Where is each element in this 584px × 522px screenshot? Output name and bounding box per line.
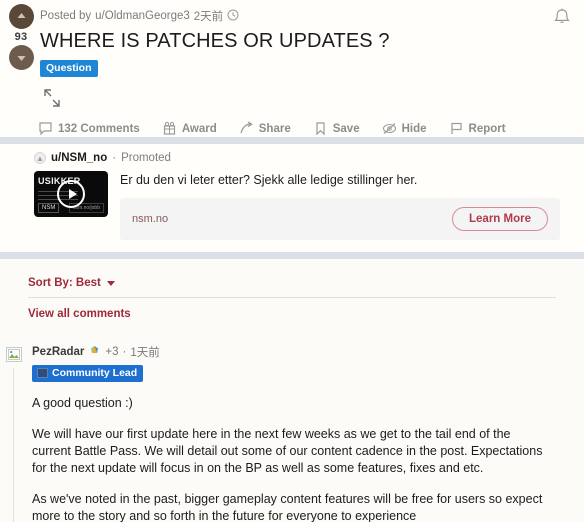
flair-image-icon <box>37 368 48 378</box>
bell-icon[interactable] <box>552 7 572 34</box>
post-timestamp: 2天前 <box>193 11 224 23</box>
post-save-label: Save <box>332 122 360 135</box>
downvote-button[interactable] <box>8 45 34 70</box>
post-header: Posted by u/OldmanGeorge3 2天前 <box>40 4 584 24</box>
ad-body: USIKKER NSM nsm.no/jobb Er du den vi let… <box>34 171 584 240</box>
comment-header: PezRadar +3 · 1天前 <box>32 344 584 360</box>
comment-thread-line[interactable] <box>13 368 14 522</box>
upvote-button[interactable] <box>8 4 34 29</box>
chevron-down-icon <box>106 280 115 286</box>
posted-by-label: Posted by <box>40 10 92 22</box>
ad-video-thumbnail[interactable]: USIKKER NSM nsm.no/jobb <box>34 171 108 217</box>
comment-icon <box>38 121 53 136</box>
post-share-label: Share <box>258 122 291 135</box>
sort-by-dropdown[interactable]: Sort By: Best <box>28 277 115 297</box>
comment-award-count: +3 <box>105 346 119 358</box>
page-title: WHERE IS PATCHES OR UPDATES ? <box>40 30 390 52</box>
share-arrow-icon <box>239 121 254 136</box>
comment-flair-label: Community Lead <box>52 367 138 379</box>
broken-image-avatar-icon <box>6 347 22 362</box>
comment-author-link[interactable]: PezRadar <box>32 346 84 358</box>
post-save-button[interactable]: Save <box>309 117 364 140</box>
post-report-label: Report <box>468 122 506 135</box>
post-author-link[interactable]: u/OldmanGeorge3 <box>95 10 190 22</box>
post-comments-label: 132 Comments <box>58 122 140 135</box>
view-all-comments-link[interactable]: View all comments <box>28 308 131 320</box>
ad-avatar: ▲ <box>34 152 46 164</box>
post-flair-tag[interactable]: Question <box>40 60 98 77</box>
comment-paragraph: A good question :) <box>32 396 133 410</box>
comment-container: PezRadar +3 · 1天前 Community Lead A good … <box>0 344 584 522</box>
post-action-bar: 132 Comments Award Share Save Hide Repor… <box>34 117 584 140</box>
ad-separator: · <box>112 152 117 164</box>
clock-icon <box>227 9 239 24</box>
comment-separator: · <box>122 346 127 358</box>
post-award-label: Award <box>181 122 217 135</box>
ad-content: Er du den vi leter etter? Sjekk alle led… <box>120 171 584 240</box>
bookmark-icon <box>313 121 328 136</box>
post-vote-column: 93 <box>4 4 38 70</box>
comment-paragraph: We will have our first update here in th… <box>32 427 543 475</box>
post-hide-button[interactable]: Hide <box>378 117 431 140</box>
ad-header: ▲ u/NSM_no · Promoted <box>34 152 584 164</box>
post-share-button[interactable]: Share <box>235 117 295 140</box>
comment-paragraph: As we've noted in the past, bigger gamep… <box>32 492 543 522</box>
post-award-button[interactable]: Award <box>158 117 221 140</box>
comment-flair-badge: Community Lead <box>32 365 144 382</box>
section-divider-band-2 <box>0 252 584 259</box>
post-comments-button[interactable]: 132 Comments <box>34 117 144 140</box>
post-report-button[interactable]: Report <box>445 117 510 140</box>
post-hide-label: Hide <box>401 122 427 135</box>
award-gift-icon <box>162 121 177 136</box>
ad-title[interactable]: Er du den vi leter etter? Sjekk alle led… <box>120 173 560 187</box>
sort-divider <box>28 297 556 298</box>
sort-by-label: Sort By: Best <box>28 277 101 289</box>
promoted-ad-container: ▲ u/NSM_no · Promoted USIKKER NSM nsm.no… <box>0 144 584 252</box>
comments-sort-section: Sort By: Best View all comments <box>0 259 584 322</box>
post-score: 93 <box>14 31 28 43</box>
expand-arrows-icon[interactable] <box>40 87 584 109</box>
flag-icon <box>449 121 464 136</box>
play-icon[interactable] <box>57 180 85 208</box>
ad-url[interactable]: nsm.no <box>132 213 168 225</box>
ad-author-link[interactable]: u/NSM_no <box>51 152 107 164</box>
hide-eye-icon <box>382 121 397 136</box>
post-container: 93 Posted by u/OldmanGeorge3 2天前 WHERE I… <box>0 0 584 137</box>
comment-timestamp: 1天前 <box>130 347 160 359</box>
ad-promoted-label: Promoted <box>121 152 171 164</box>
learn-more-button[interactable]: Learn More <box>452 207 548 231</box>
award-badge-icon[interactable] <box>88 344 101 360</box>
ad-cta-bar: nsm.no Learn More <box>120 198 560 240</box>
comment-body: A good question :) We will have our firs… <box>32 395 584 522</box>
ad-thumbnail-badge-left: NSM <box>38 203 60 213</box>
